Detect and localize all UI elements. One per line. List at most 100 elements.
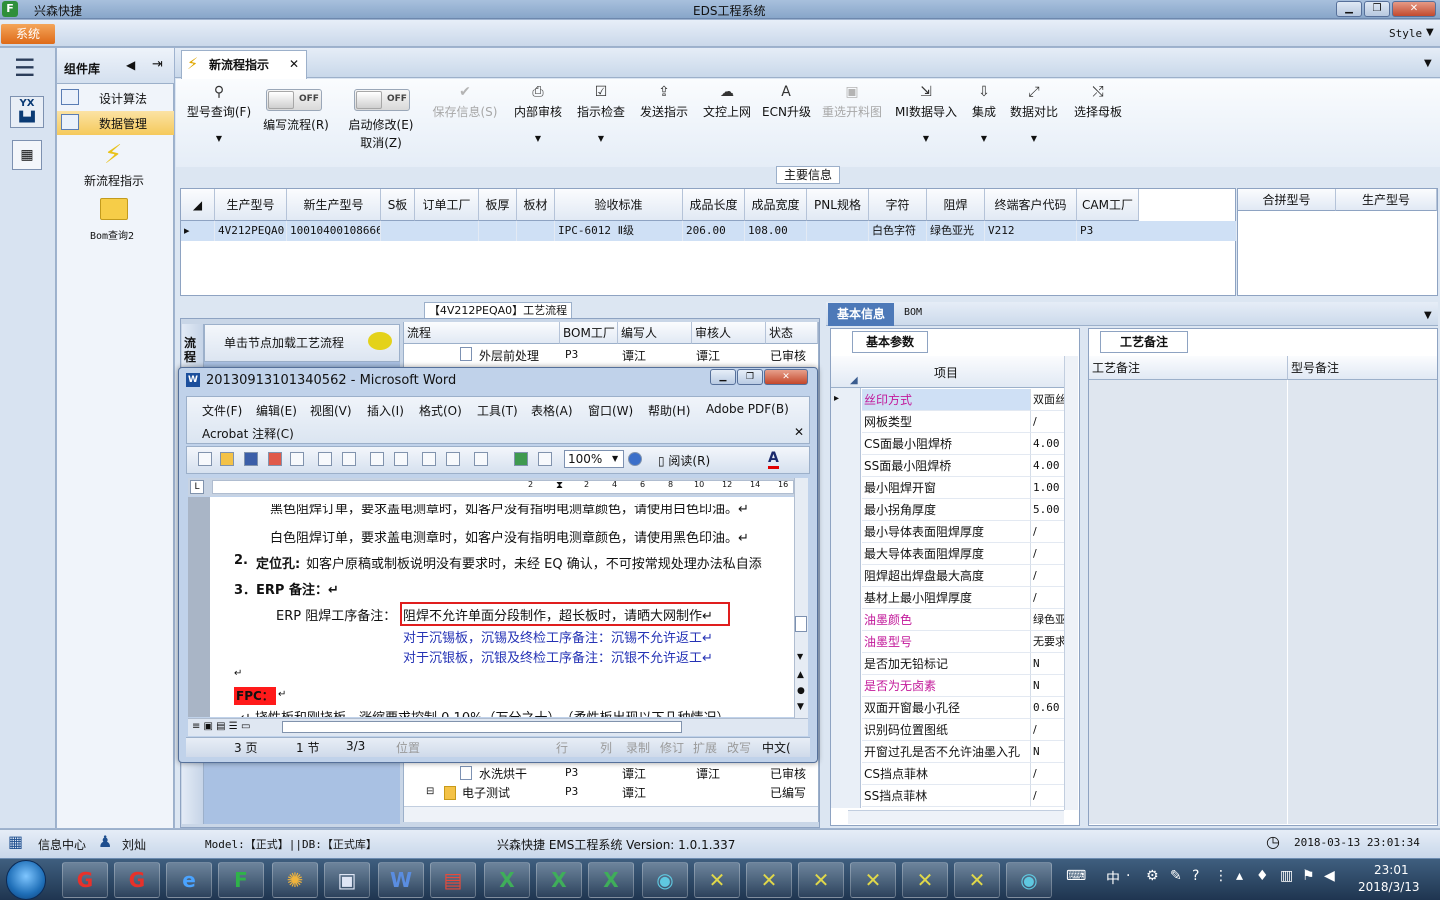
column-header[interactable]: 流程 — [404, 322, 560, 344]
select-motherboard-button[interactable]: ⤭ 选择母板 — [1070, 84, 1126, 120]
param-value[interactable]: N — [1030, 675, 1066, 697]
prev-page-icon[interactable]: ▲ — [797, 670, 804, 680]
maximize-button[interactable]: ❐ — [1364, 1, 1390, 17]
permission-icon[interactable] — [290, 452, 304, 466]
taskbar-x-app1-icon[interactable]: ✕ — [694, 862, 740, 898]
process-name[interactable]: 水洗烘干 — [479, 765, 527, 782]
tray-app1-icon[interactable]: ♦ — [1256, 868, 1269, 884]
taskbar-excel1-icon[interactable]: X — [484, 862, 530, 898]
taskbar-floppy-icon[interactable]: ▣ — [324, 862, 370, 898]
paste-icon[interactable] — [446, 452, 460, 466]
column-header[interactable]: CAM工厂 — [1077, 189, 1139, 221]
param-name[interactable]: 油墨颜色 — [862, 609, 1030, 631]
comp-item-data-management[interactable]: 数据管理 — [57, 111, 174, 135]
view-mode-icons[interactable]: ≡ ▣ ▤ ☰ ▭ — [192, 721, 250, 732]
doc-line[interactable]: 如客户原稿或制板说明没有要求时，未经 EQ 确认，不可按常规处理办法私自添 — [306, 553, 794, 572]
param-value[interactable]: / — [1030, 521, 1066, 543]
param-name[interactable]: 网板类型 — [862, 411, 1030, 433]
param-value[interactable]: / — [1030, 565, 1066, 587]
doc-vertical-scrollbar[interactable] — [794, 478, 808, 718]
param-value[interactable]: / — [1030, 411, 1066, 433]
spelling-icon[interactable] — [370, 452, 384, 466]
data-compare-button[interactable]: ⤢ 数据对比 ▼ — [1008, 84, 1060, 143]
hamburger-menu-icon[interactable]: ☰ — [14, 56, 36, 80]
grid-cell[interactable]: P3 — [381, 221, 416, 241]
column-header[interactable]: 新生产型号 — [287, 189, 381, 221]
taskbar-x-app3-icon[interactable]: ✕ — [798, 862, 844, 898]
tree-expander-icon[interactable]: ⊟ — [426, 786, 434, 797]
save-info-button[interactable]: ✔ 保存信息(S) — [430, 84, 500, 120]
ime-tools-icon[interactable]: ⚙ — [1146, 868, 1159, 884]
word-maximize-button[interactable]: ❐ — [737, 369, 763, 385]
taskbar-x-app6-icon[interactable]: ✕ — [954, 862, 1000, 898]
taskbar-app-g2-icon[interactable]: G — [114, 862, 160, 898]
grid-cell[interactable]: 绿色亚光 — [927, 221, 985, 241]
doc-label[interactable]: ERP 阻焊工序备注： — [276, 605, 396, 624]
taskbar-x-app2-icon[interactable]: ✕ — [746, 862, 792, 898]
taskbar-shell-icon[interactable]: ✺ — [272, 862, 318, 898]
param-value[interactable]: 4.00 — [1030, 433, 1066, 455]
grid-cell[interactable] — [415, 221, 479, 241]
process-notes-tab[interactable]: 工艺备注 — [1100, 331, 1188, 353]
param-value[interactable]: 5.00 — [1030, 499, 1066, 521]
taskbar-app-f-icon[interactable]: F — [218, 862, 264, 898]
word-menu-edit[interactable]: 编辑(E) — [256, 402, 297, 419]
grid-cell[interactable] — [807, 221, 869, 241]
param-name[interactable]: 最小导体表面阻焊厚度 — [862, 521, 1030, 543]
pin-icon[interactable]: ⇥ — [152, 57, 163, 72]
param-name[interactable]: 识别码位置图纸 — [862, 719, 1030, 741]
close-icon[interactable]: ✕ — [289, 57, 299, 71]
grid-cell[interactable]: IPC-6012 Ⅱ级 — [555, 221, 683, 241]
param-name[interactable]: 阻焊超出焊盘最大高度 — [862, 565, 1030, 587]
param-name[interactable]: SS挡点菲林 — [862, 785, 1030, 807]
word-menu-insert[interactable]: 插入(I) — [367, 402, 404, 419]
param-value[interactable]: 0.60 — [1030, 697, 1066, 719]
param-name[interactable]: 是否为无卤素 — [862, 675, 1030, 697]
new-document-icon[interactable] — [198, 452, 212, 466]
column-header[interactable]: 成品宽度 — [745, 189, 807, 221]
tab-basic-info[interactable]: 基本信息 — [828, 303, 894, 326]
save-icon[interactable] — [244, 452, 258, 466]
param-value[interactable]: 无要求 — [1030, 631, 1066, 653]
internal-review-button[interactable]: ⎙ 内部审核 ▼ — [510, 84, 566, 143]
param-value[interactable]: N — [1030, 741, 1066, 763]
instruction-check-button[interactable]: ☑ 指示检查 ▼ — [574, 84, 628, 143]
param-value[interactable]: 4.00 — [1030, 455, 1066, 477]
research-icon[interactable] — [394, 452, 408, 466]
column-header[interactable]: 字符 — [869, 189, 927, 221]
column-header[interactable]: 成品长度 — [683, 189, 745, 221]
taskbar-x-app5-icon[interactable]: ✕ — [902, 862, 948, 898]
taskbar-excel3-icon[interactable]: X — [588, 862, 634, 898]
close-icon[interactable]: ✕ — [794, 425, 804, 439]
param-value[interactable]: 绿色亚 — [1030, 609, 1066, 631]
taskbar-date[interactable]: 2018/3/13 — [1358, 880, 1420, 894]
column-header[interactable]: 订单工厂 — [415, 189, 479, 221]
process-hscroll[interactable] — [404, 806, 818, 822]
column-header[interactable]: 验收标准 — [555, 189, 683, 221]
chevron-down-icon[interactable]: ▼ — [1424, 310, 1432, 321]
doc-heading[interactable]: 3．ERP 备注：↵ — [234, 579, 339, 598]
params-horizontal-scrollbar[interactable] — [848, 810, 1064, 824]
param-name[interactable]: 开窗过孔是否不允许油墨入孔 — [862, 741, 1030, 763]
param-name[interactable]: 最小拐角厚度 — [862, 499, 1030, 521]
word-menu-help[interactable]: 帮助(H) — [648, 402, 690, 419]
print-icon[interactable] — [318, 452, 332, 466]
tab-stop-icon[interactable]: L — [190, 480, 204, 494]
pdf-icon[interactable] — [268, 452, 282, 466]
word-menu-view[interactable]: 视图(V) — [310, 402, 352, 419]
grid-cell[interactable]: 白色字符 — [869, 221, 927, 241]
doc-heading[interactable]: 定位孔: — [256, 553, 300, 572]
windows-grid-icon[interactable]: ▦ — [8, 832, 23, 851]
taskbar-word-icon[interactable]: W — [378, 862, 424, 898]
open-folder-icon[interactable] — [220, 452, 234, 466]
taskbar-pdf-icon[interactable]: ▤ — [430, 862, 476, 898]
process-name[interactable]: 电子测试 — [462, 784, 510, 801]
taskbar-time[interactable]: 23:01 — [1374, 863, 1409, 877]
param-name[interactable]: 最大导体表面阻焊厚度 — [862, 543, 1030, 565]
column-header[interactable]: 生产型号 — [215, 189, 287, 221]
param-name[interactable]: 是否加无铅标记 — [862, 653, 1030, 675]
info-center-link[interactable]: 信息中心 — [38, 836, 86, 853]
column-header[interactable]: 工艺备注 — [1089, 356, 1287, 380]
param-value[interactable]: / — [1030, 543, 1066, 565]
word-minimize-button[interactable]: ▁ — [710, 369, 736, 385]
